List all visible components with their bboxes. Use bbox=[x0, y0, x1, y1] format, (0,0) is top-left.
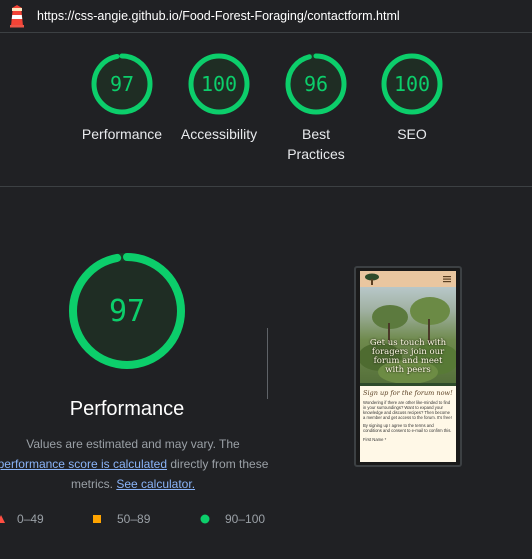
category-gauges: 97 Performance 100 Accessibility 96 Best… bbox=[0, 32, 532, 186]
gauge-ring: 100 bbox=[188, 53, 250, 115]
gauge-seo[interactable]: 100 SEO bbox=[362, 52, 462, 144]
gauge-ring: 96 bbox=[285, 53, 347, 115]
gauge-score: 97 bbox=[110, 72, 134, 96]
gauge-label: SEO bbox=[397, 126, 427, 142]
score-calculated-link[interactable]: performance score is calculated bbox=[0, 457, 167, 471]
section-divider bbox=[0, 186, 532, 187]
screenshot-body: Sign up for the forum now! Wondering if … bbox=[363, 389, 453, 442]
gauge-score: 100 bbox=[201, 72, 237, 96]
circle-icon bbox=[200, 514, 210, 524]
page-url[interactable]: https://css-angie.github.io/Food-Forest-… bbox=[37, 9, 400, 23]
gauge-score: 96 bbox=[304, 72, 328, 96]
performance-title: Performance bbox=[69, 398, 185, 420]
screenshot-hero-image: Get us touch with foragers join our foru… bbox=[360, 287, 456, 384]
legend-range: 0–49 bbox=[17, 512, 44, 526]
legend-fail: 0–49 bbox=[0, 512, 44, 526]
performance-score: 97 bbox=[109, 294, 145, 329]
lighthouse-icon bbox=[10, 5, 24, 28]
gauge-score: 100 bbox=[394, 72, 430, 96]
legend-average: 50–89 bbox=[92, 512, 150, 526]
legend-range: 50–89 bbox=[117, 512, 151, 526]
gauge-label: Performance bbox=[81, 126, 163, 142]
gauge-label: Best Practices bbox=[287, 126, 345, 162]
screenshot-paragraph: Wondering if there are other like-minded… bbox=[363, 400, 452, 420]
gauge-performance[interactable]: 97 Performance bbox=[72, 52, 172, 144]
screenshot-paragraph: By signing up I agree to the terms and c… bbox=[363, 423, 452, 433]
report-header: https://css-angie.github.io/Food-Forest-… bbox=[0, 0, 532, 33]
performance-description: Values are estimated and may vary. The p… bbox=[0, 434, 274, 494]
screenshot-heading: Sign up for the forum now! bbox=[363, 389, 453, 397]
screenshot-header bbox=[360, 271, 456, 287]
legend-range: 90–100 bbox=[225, 512, 266, 526]
screenshot-separator bbox=[360, 383, 456, 386]
hamburger-menu-icon bbox=[443, 276, 451, 283]
screenshot-field-label: First Name * bbox=[363, 437, 387, 442]
triangle-icon bbox=[0, 515, 5, 523]
gauge-ring: 100 bbox=[381, 53, 443, 115]
gauge-best-practices[interactable]: 96 Best Practices bbox=[266, 52, 366, 164]
gauge-ring: 97 bbox=[91, 53, 153, 115]
desc-text: Values are estimated and may vary. The bbox=[26, 437, 240, 451]
vertical-divider bbox=[267, 328, 268, 399]
screenshot-hero-text: Get us touch with foragers join our foru… bbox=[369, 338, 447, 375]
legend-pass: 90–100 bbox=[200, 512, 265, 526]
tree-logo-icon bbox=[365, 273, 379, 285]
gauge-label: Accessibility bbox=[180, 126, 258, 142]
page-screenshot[interactable]: Get us touch with foragers join our foru… bbox=[354, 266, 462, 467]
performance-gauge: 97 bbox=[69, 253, 185, 369]
screenshot-content: Get us touch with foragers join our foru… bbox=[360, 271, 456, 462]
gauge-accessibility[interactable]: 100 Accessibility bbox=[169, 52, 269, 144]
square-icon bbox=[93, 515, 101, 523]
see-calculator-link[interactable]: See calculator. bbox=[116, 477, 195, 491]
